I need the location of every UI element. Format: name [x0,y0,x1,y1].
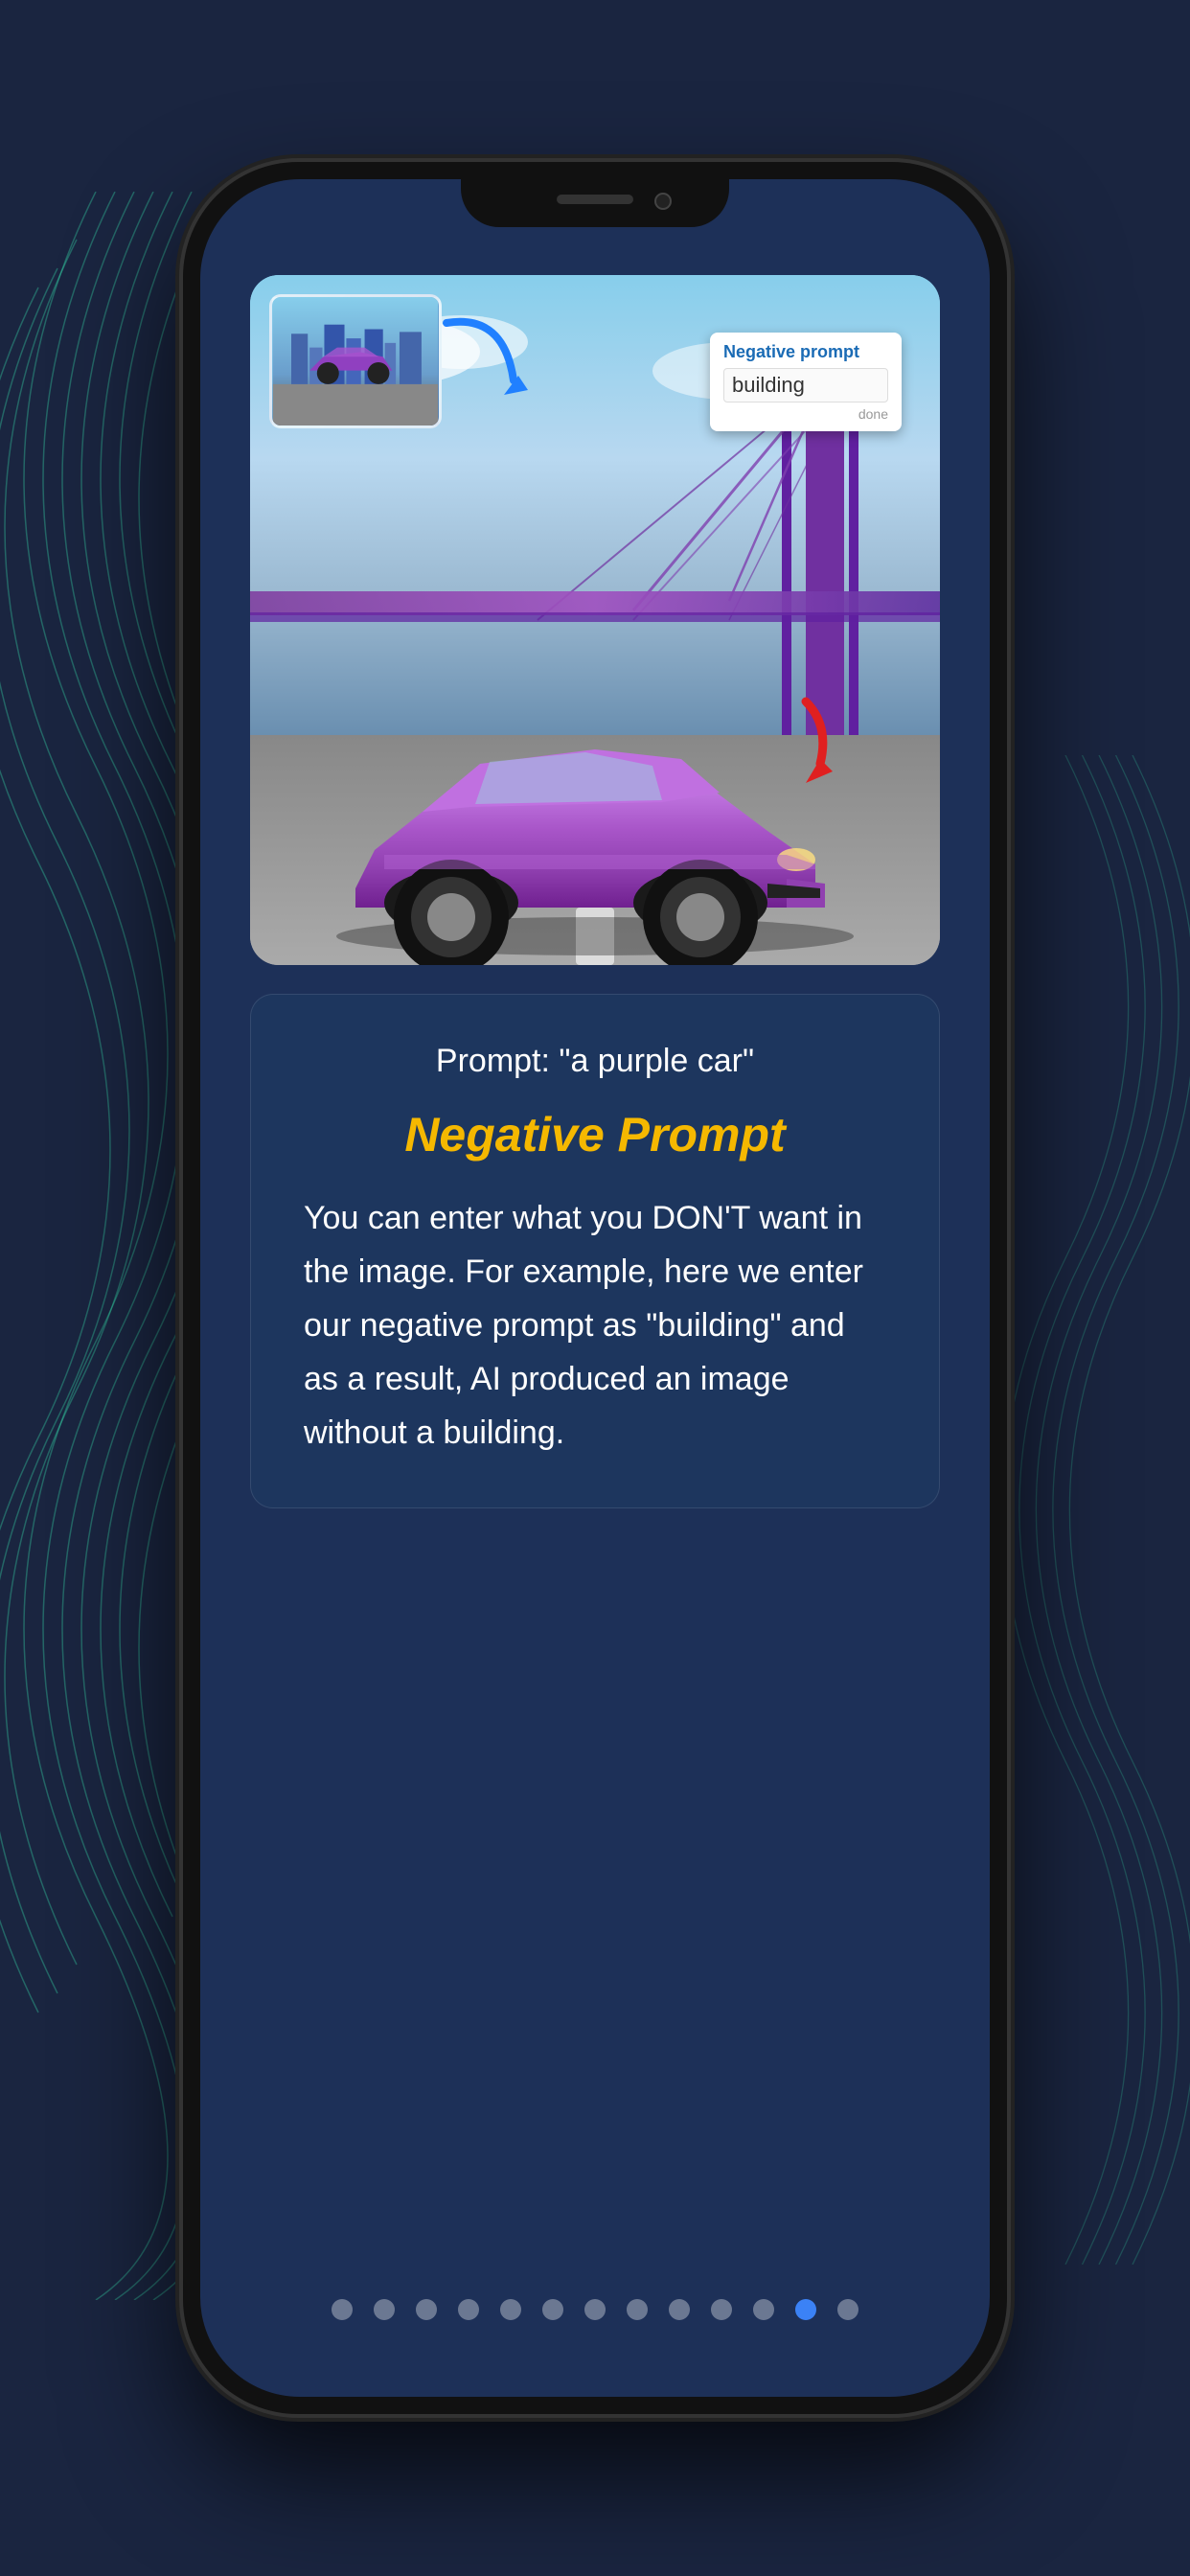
page-dot-9[interactable] [711,2299,732,2320]
notch [461,179,729,227]
phone-wrapper: Negative prompt building done [183,162,1007,2414]
page-dot-11[interactable] [795,2299,816,2320]
screen-content: Negative prompt building done [200,237,990,2397]
camera [654,193,672,210]
thumbnail-image [269,294,442,428]
page-dot-5[interactable] [542,2299,563,2320]
page-dot-6[interactable] [584,2299,606,2320]
phone-frame: Negative prompt building done [183,162,1007,2414]
curved-arrow [427,304,542,419]
text-card: Prompt: "a purple car" Negative Prompt Y… [250,994,940,1508]
page-dots [248,2242,942,2339]
red-arrow [767,697,844,793]
page-dot-8[interactable] [669,2299,690,2320]
description-text: You can enter what you DON'T want in the… [304,1191,886,1460]
main-image: Negative prompt building done [250,275,940,965]
page-dot-3[interactable] [458,2299,479,2320]
popup-value: building [723,368,888,402]
page-dot-12[interactable] [837,2299,858,2320]
popup-label: Negative prompt [723,342,888,362]
section-title: Negative Prompt [304,1107,886,1162]
popup-sub: done [723,406,888,422]
phone-screen: Negative prompt building done [200,179,990,2397]
prompt-line: Prompt: "a purple car" [304,1043,886,1080]
page-dot-1[interactable] [374,2299,395,2320]
page-dot-4[interactable] [500,2299,521,2320]
speaker [557,195,633,204]
page-dot-0[interactable] [332,2299,353,2320]
page-dot-7[interactable] [627,2299,648,2320]
negative-prompt-popup[interactable]: Negative prompt building done [710,333,902,431]
page-dot-10[interactable] [753,2299,774,2320]
main-image-container: Negative prompt building done [250,275,940,965]
page-dot-2[interactable] [416,2299,437,2320]
